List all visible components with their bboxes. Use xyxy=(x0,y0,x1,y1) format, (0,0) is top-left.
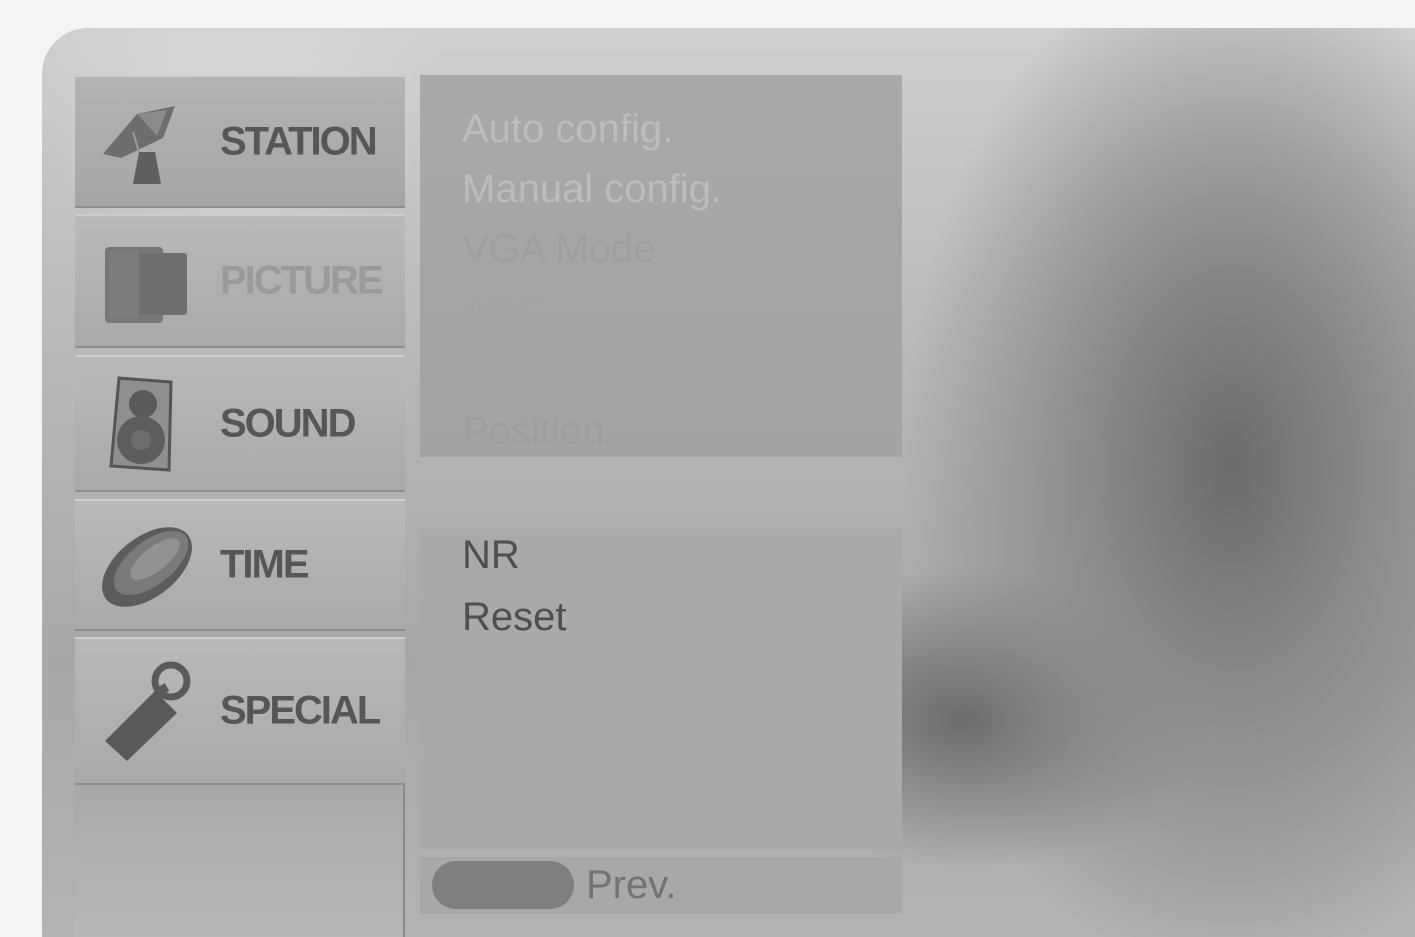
submenu-item-arc[interactable]: ARC xyxy=(462,289,546,334)
footer-bar: Prev. xyxy=(420,857,902,914)
submenu-item-vga-mode[interactable]: VGA Mode xyxy=(462,227,655,272)
clock-icon xyxy=(102,527,192,607)
prev-button-icon[interactable] xyxy=(432,861,574,909)
menu-item-label: SOUND xyxy=(220,401,356,445)
menu-item-picture[interactable]: PICTURE xyxy=(75,214,405,348)
tag-icon xyxy=(105,661,191,761)
menu-item-sound[interactable]: SOUND xyxy=(75,355,405,492)
submenu-item-manual-config[interactable]: Manual config. xyxy=(462,167,722,212)
menu-item-label: PICTURE xyxy=(220,258,384,303)
satellite-dish-icon xyxy=(103,105,175,184)
menu-item-special[interactable]: SPECIAL xyxy=(75,637,405,785)
menu-item-label: STATION xyxy=(220,119,378,163)
submenu-item-zoom[interactable]: Zoom +/- xyxy=(462,349,623,394)
menu-item-label: SPECIAL xyxy=(220,688,381,733)
submenu-item-auto-config[interactable]: Auto config. xyxy=(462,107,673,152)
submenu-item-reset[interactable]: Reset xyxy=(462,595,567,640)
submenu-item-nr[interactable]: NR xyxy=(462,533,520,578)
menu-item-label: TIME xyxy=(220,542,310,587)
osd-screen: STATION PICTURE SOUND TIME SPECIAL Auto … xyxy=(42,28,1415,937)
picture-icon xyxy=(105,247,187,323)
submenu-item-position[interactable]: Position xyxy=(462,409,604,454)
speaker-icon xyxy=(109,375,173,472)
menu-filler xyxy=(75,785,405,937)
menu-item-station[interactable]: STATION xyxy=(75,75,405,208)
submenu-panel: Auto config. Manual config. VGA Mode ARC… xyxy=(420,75,902,457)
prev-label: Prev. xyxy=(586,863,677,907)
menu-item-time[interactable]: TIME xyxy=(75,499,405,631)
submenu-panel-lower: NR Reset xyxy=(420,529,902,849)
